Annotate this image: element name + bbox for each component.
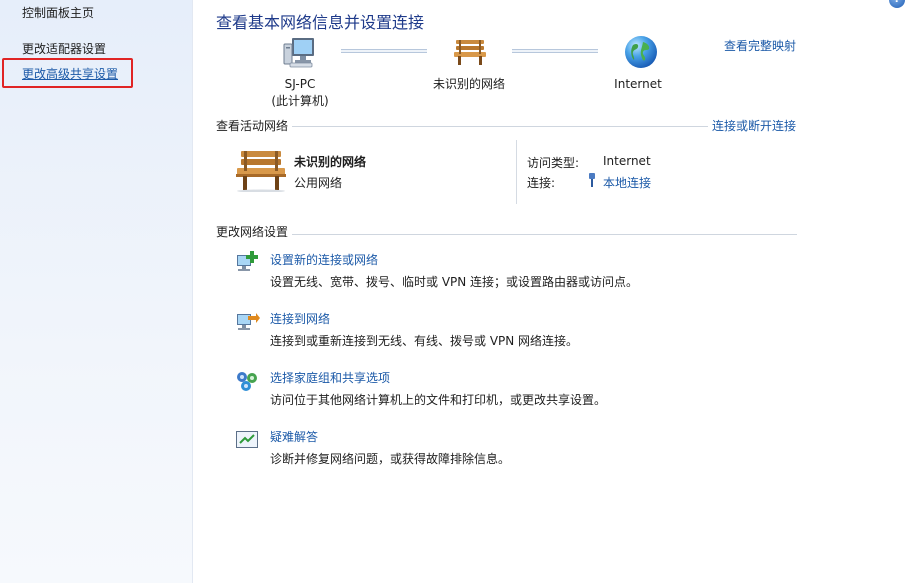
bench-network-icon	[236, 151, 286, 192]
map-node-internet[interactable]: Internet	[583, 76, 693, 93]
connect-network-link[interactable]: 连接到网络	[270, 310, 330, 327]
section-divider-active	[292, 126, 708, 127]
map-node-network[interactable]: 未识别的网络	[414, 76, 524, 93]
sidebar-link-home[interactable]: 控制面板主页	[22, 4, 94, 21]
connect-disconnect-link[interactable]: 连接或断开连接	[712, 117, 796, 134]
page-title: 查看基本网络信息并设置连接	[216, 13, 425, 32]
local-connection-link[interactable]: 本地连接	[603, 174, 651, 191]
section-header-active-networks: 查看活动网络	[216, 117, 293, 134]
connect-network-icon	[237, 313, 260, 330]
computer-subtitle: (此计算机)	[271, 94, 329, 108]
vertical-divider	[516, 140, 517, 204]
connection-line-network-internet	[512, 49, 598, 53]
network-name-label: 未识别的网络	[432, 77, 505, 91]
bench-icon	[454, 40, 486, 65]
globe-icon	[625, 36, 657, 68]
connection-line-pc-network	[341, 49, 427, 53]
access-type-label: 访问类型:	[527, 156, 580, 170]
help-icon[interactable]: ?	[889, 0, 905, 8]
homegroup-desc: 访问位于其他网络计算机上的文件和打印机，或更改共享设置。	[270, 393, 607, 407]
troubleshoot-desc: 诊断并修复网络问题，或获得故障排除信息。	[270, 452, 511, 466]
map-node-computer[interactable]: SJ-PC (此计算机)	[245, 76, 355, 110]
sidebar: 控制面板主页 更改适配器设置 更改高级共享设置	[0, 0, 193, 583]
computer-name: SJ-PC	[284, 77, 316, 91]
access-type-value: Internet	[603, 154, 651, 168]
section-header-change-settings: 更改网络设置	[216, 223, 293, 240]
computer-icon	[283, 38, 314, 68]
new-connection-desc: 设置无线、宽带、拨号、临时或 VPN 连接；或设置路由器或访问点。	[270, 275, 639, 289]
troubleshoot-icon	[236, 431, 258, 448]
active-network-type[interactable]: 公用网络	[294, 174, 342, 191]
connect-network-desc: 连接到或重新连接到无线、有线、拨号或 VPN 网络连接。	[270, 334, 579, 348]
internet-label: Internet	[614, 77, 662, 91]
ethernet-cable-icon	[589, 173, 595, 187]
troubleshoot-link[interactable]: 疑难解答	[270, 428, 318, 445]
full-map-link[interactable]: 查看完整映射	[724, 37, 796, 54]
section-divider-settings	[292, 234, 797, 235]
homegroup-icon	[237, 372, 257, 391]
new-connection-link[interactable]: 设置新的连接或网络	[270, 251, 378, 268]
homegroup-link[interactable]: 选择家庭组和共享选项	[270, 369, 390, 386]
active-network-name: 未识别的网络	[294, 155, 367, 169]
new-connection-icon	[237, 251, 258, 271]
connection-label: 连接:	[527, 176, 556, 190]
sidebar-link-adapter-settings[interactable]: 更改适配器设置	[22, 40, 106, 57]
highlight-box	[2, 58, 133, 88]
